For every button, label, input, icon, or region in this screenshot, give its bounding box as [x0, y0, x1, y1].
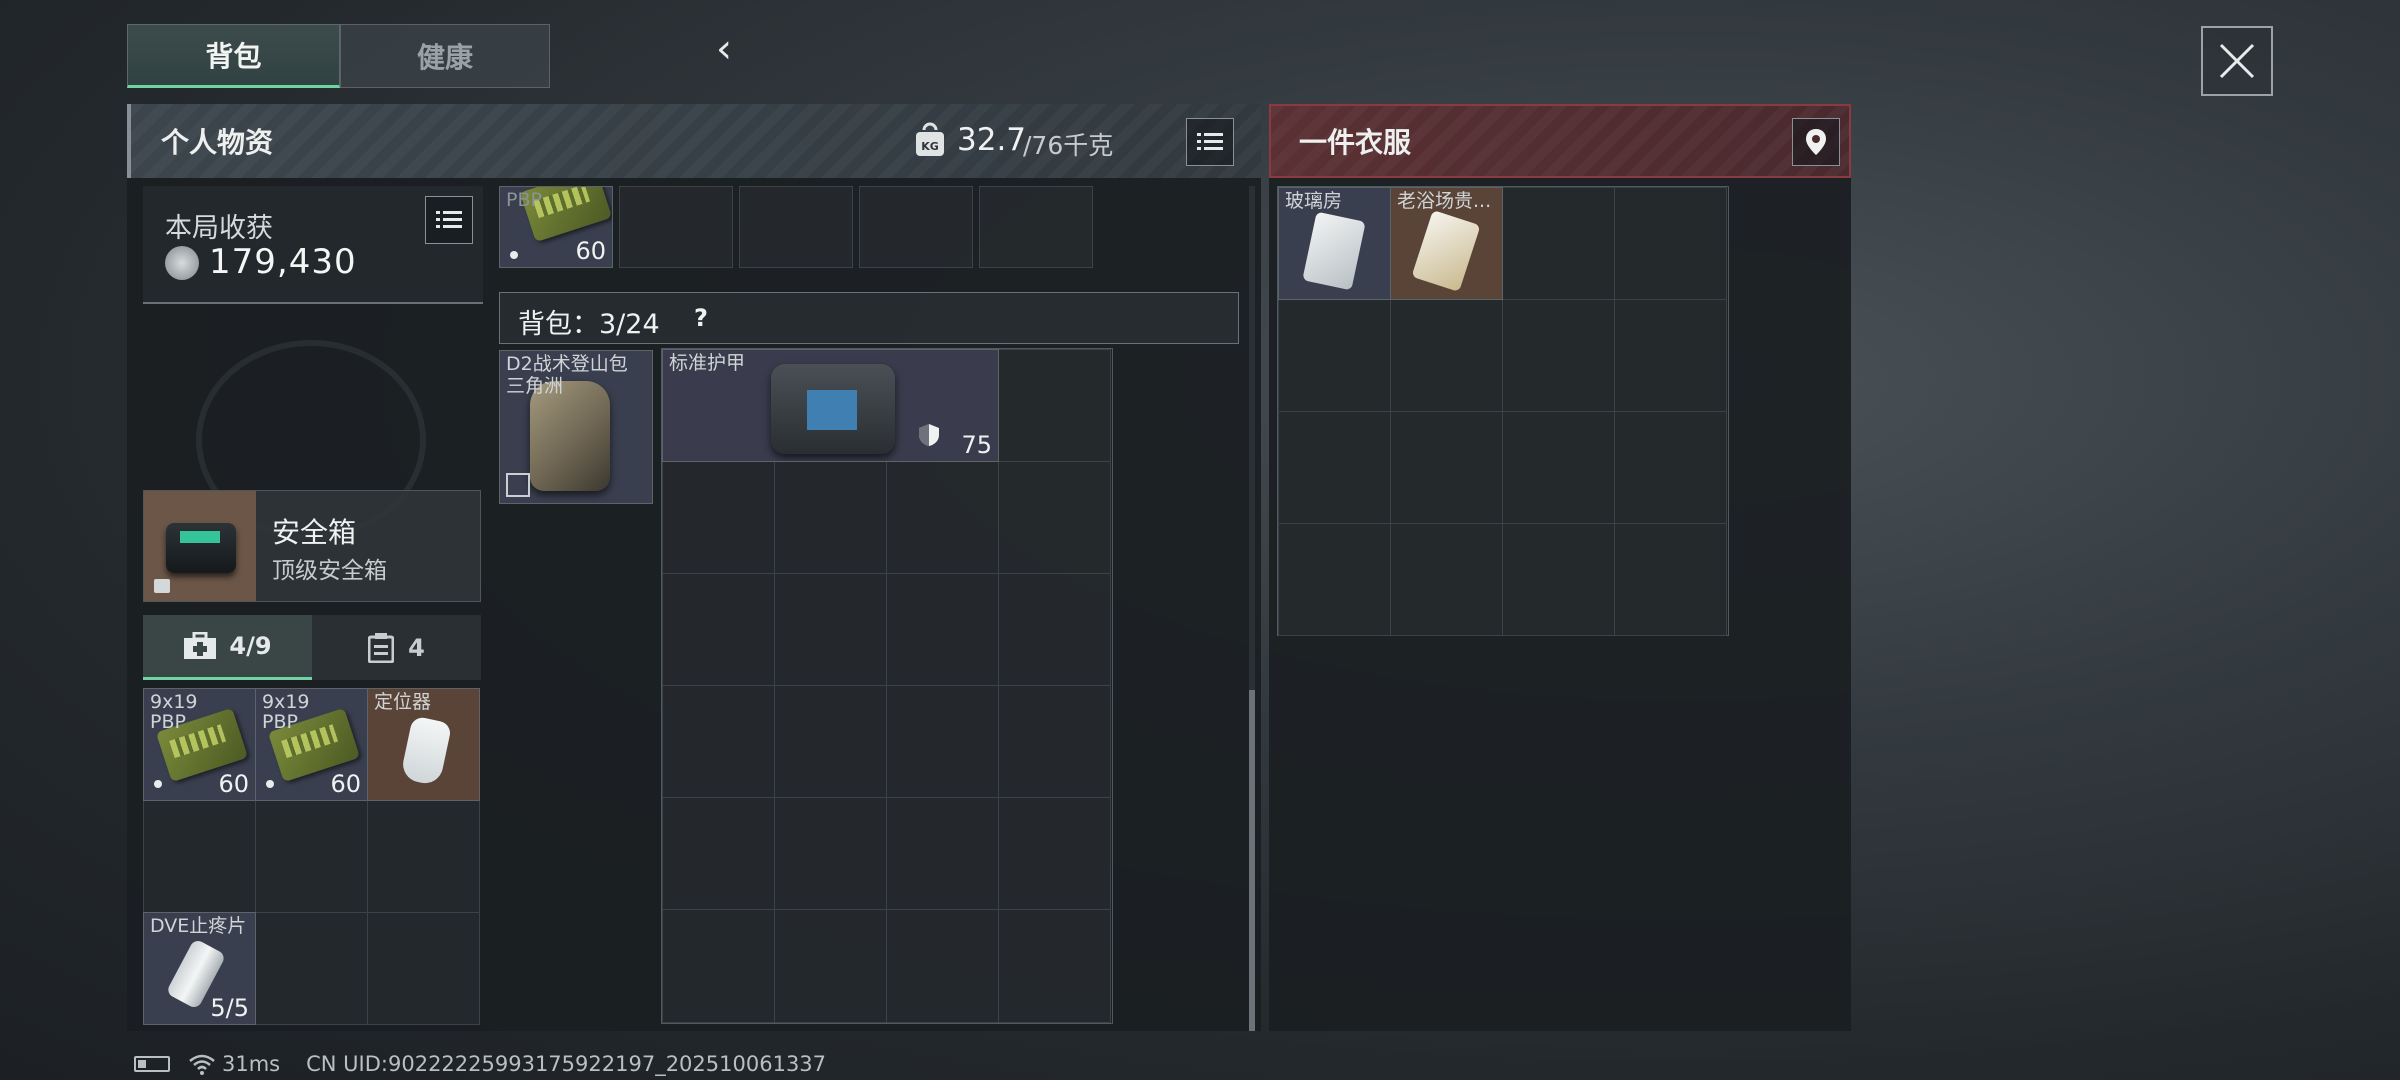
pouch-tab-items[interactable]: 4/9 [143, 615, 312, 680]
svg-text:KG: KG [921, 140, 939, 153]
locator-tag-icon [399, 715, 453, 787]
tab-backpack[interactable]: 背包 [127, 24, 340, 88]
item-name: 9x19 [262, 691, 310, 713]
uid-text: CN UID:902222259931759221​97_20251006133… [306, 1052, 827, 1076]
loot-value: 179,430 [209, 242, 357, 282]
clothing-grid: 玻璃房 老浴场贵... [1277, 186, 1729, 636]
keycard-icon [1411, 209, 1481, 293]
pouch-cards-count: 4 [408, 633, 425, 662]
help-button[interactable]: ? [684, 301, 718, 335]
loot-label: 本局收获 [165, 213, 273, 244]
safebox-subtitle: 顶级安全箱 [272, 558, 387, 584]
item-count: 60 [218, 770, 249, 798]
armor-item[interactable]: 标准护甲 75 [662, 349, 999, 462]
top-row-grid: PBP 60 [499, 186, 1093, 268]
safebox-name: 安全箱 [272, 516, 357, 549]
item-name-2: PBP [150, 711, 186, 733]
loot-section: 本局收获 179,430 [143, 186, 483, 304]
medkit-icon [184, 632, 217, 659]
status-bar: 31ms CN UID:902222259931759221​97_202510… [134, 1050, 934, 1078]
top-row-ammo[interactable]: PBP 60 [499, 186, 613, 268]
weight-max: /76千克 [1023, 131, 1114, 160]
item-name-2: PBP [262, 711, 298, 733]
backpack-grid: 标准护甲 75 [661, 348, 1113, 1024]
clothing-title: 一件衣服 [1299, 126, 1412, 159]
scrollbar-thumb[interactable] [1249, 690, 1255, 1031]
pouch-item-ammo-2[interactable]: 9x19 PBP 60 [255, 688, 368, 801]
tab-health[interactable]: 健康 [340, 24, 550, 88]
pouch-item-locator[interactable]: 定位器 [367, 688, 480, 801]
clothing-header: 一件衣服 [1269, 104, 1851, 178]
ping-text: 31ms [222, 1052, 281, 1076]
battery-icon [134, 1056, 170, 1072]
item-count: 60 [575, 237, 606, 265]
keycard-icon [1302, 211, 1366, 291]
armor-value: 75 [961, 431, 992, 459]
item-name: PBP [506, 189, 542, 211]
pouch-grid: 9x19 PBP 60 9x19 PBP 60 定位器 DVE止疼片 5/5 [143, 688, 481, 1026]
item-name: DVE止疼片 [150, 915, 247, 937]
personal-title: 个人物资 [161, 126, 274, 159]
personal-header: 个人物资 KG 32.7 /76千克 [127, 104, 1261, 178]
backpack-icon [530, 381, 610, 491]
item-name: 老浴场贵... [1397, 190, 1492, 212]
backpack-capacity-bar: 背包：3/24 ? [499, 292, 1239, 344]
lock-icon [154, 579, 170, 593]
safebox-card[interactable]: 安全箱 顶级安全箱 [143, 490, 481, 602]
backpack-capacity-label: 背包：3/24 [518, 309, 660, 340]
item-count: 60 [330, 770, 361, 798]
location-pin-icon [1806, 129, 1826, 155]
kg-weight-icon: KG [914, 122, 946, 158]
weight-current: 32.7 [957, 122, 1027, 158]
scrollbar-track[interactable] [1249, 186, 1255, 1031]
list-icon [1197, 133, 1223, 150]
chevron-left-icon[interactable]: ‹ [706, 26, 742, 72]
safebox-image [144, 491, 256, 601]
armor-vest-icon [771, 364, 895, 454]
clothing-item-keycard-2[interactable]: 老浴场贵... [1390, 187, 1503, 300]
bag-subtitle: 三角洲 [506, 375, 564, 397]
shield-icon [918, 423, 940, 451]
armor-name: 标准护甲 [669, 352, 746, 374]
item-name: 9x19 [150, 691, 198, 713]
item-count: 5/5 [210, 994, 249, 1022]
backpack-equipped[interactable]: D2战术登山包 三角洲 [499, 350, 653, 504]
item-name: 定位器 [374, 691, 432, 713]
personal-list-button[interactable] [1186, 118, 1234, 166]
pouch-tab-cards[interactable]: 4 [312, 615, 481, 680]
bag-name: D2战术登山包 [506, 353, 628, 375]
close-button[interactable] [2201, 26, 2273, 96]
close-icon [2219, 43, 2255, 79]
pouch-item-painkiller[interactable]: DVE止疼片 5/5 [143, 912, 256, 1025]
wifi-icon [189, 1054, 215, 1075]
loot-list-button[interactable] [425, 196, 473, 244]
location-button[interactable] [1792, 118, 1840, 166]
coin-icon [165, 246, 199, 280]
clothing-item-keycard-1[interactable]: 玻璃房 [1278, 187, 1391, 300]
pouch-item-ammo-1[interactable]: 9x19 PBP 60 [143, 688, 256, 801]
card-holder-icon [368, 632, 395, 663]
no-insure-icon [506, 473, 530, 497]
pouch-items-count: 4/9 [229, 632, 272, 660]
list-icon [436, 211, 462, 228]
item-name: 玻璃房 [1285, 190, 1343, 212]
